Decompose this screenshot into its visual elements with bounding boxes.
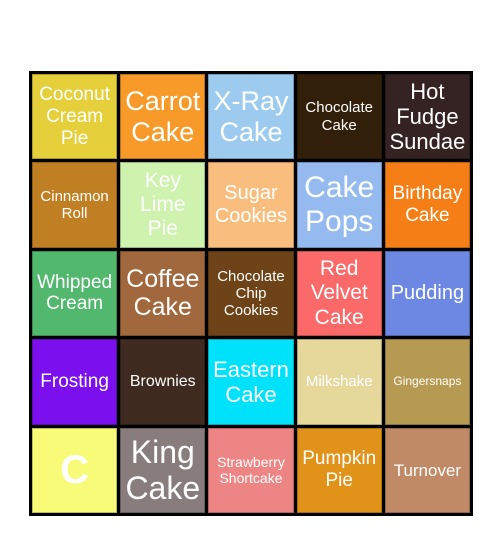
bingo-cell-label: Brownies — [129, 372, 196, 390]
bingo-cell[interactable]: Coconut Cream Pie — [32, 74, 118, 160]
bingo-cell[interactable]: Gingersnaps — [384, 339, 470, 425]
bingo-cell[interactable]: Milkshake — [296, 339, 382, 425]
bingo-cell-label: Frosting — [40, 370, 109, 392]
bingo-cell[interactable]: Pudding — [384, 250, 470, 337]
bingo-cell-label: Sugar Cookies — [214, 182, 288, 228]
bingo-cell[interactable]: Chocolate Cake — [296, 74, 382, 160]
bingo-cell[interactable]: Brownies — [120, 339, 206, 425]
bingo-cell-label: Chocolate Chip Cookies — [217, 267, 285, 320]
bingo-cell-label: Hot Fudge Sundae — [389, 78, 466, 155]
bingo-cell-label: X-Ray Cake — [213, 85, 289, 147]
bingo-card: Coconut Cream Pie Carrot Cake X-Ray Cake Ch… — [29, 71, 473, 516]
bingo-cell[interactable]: Sugar Cookies — [208, 162, 294, 248]
bingo-cell[interactable]: X-Ray Cake — [208, 74, 294, 160]
bingo-cell-label: Pumpkin Pie — [302, 448, 377, 492]
bingo-cell-label: C — [60, 448, 90, 493]
bingo-cell-label: Pudding — [390, 281, 465, 304]
bingo-cell-label: Gingersnaps — [393, 373, 462, 388]
bingo-cell-label: Milkshake — [305, 373, 373, 391]
bingo-cell-label: Key Lime Pie — [140, 168, 186, 241]
bingo-cell-label: Red Velvet Cake — [310, 257, 368, 329]
bingo-cell-label: Coffee Cake — [126, 264, 200, 322]
bingo-cell-label: Chocolate Cake — [305, 99, 373, 134]
bingo-cell[interactable]: Red Velvet Cake — [296, 250, 382, 337]
bingo-cell-label: Coconut Cream Pie — [39, 83, 110, 149]
bingo-cell[interactable]: Turnover — [384, 427, 470, 513]
bingo-cell[interactable]: Pumpkin Pie — [296, 427, 382, 513]
bingo-cell[interactable]: Carrot Cake — [120, 74, 206, 160]
bingo-cell-label: Whipped Cream — [37, 271, 113, 315]
bingo-cell[interactable]: Birthday Cake — [384, 162, 470, 248]
bingo-cell[interactable]: Key Lime Pie — [120, 162, 206, 248]
bingo-cell[interactable]: Frosting — [32, 339, 118, 425]
bingo-cell[interactable]: Hot Fudge Sundae — [384, 74, 470, 160]
bingo-cell[interactable]: Whipped Cream — [32, 250, 118, 337]
bingo-cell[interactable]: King Cake — [120, 427, 206, 513]
bingo-cell[interactable]: Cinnamon Roll — [32, 162, 118, 248]
bingo-cell[interactable]: C — [32, 427, 118, 513]
bingo-cell[interactable]: Eastern Cake — [208, 339, 294, 425]
bingo-cell-label: Strawberry Shortcake — [217, 454, 285, 487]
bingo-cell[interactable]: Coffee Cake — [120, 250, 206, 337]
bingo-cell-label: King Cake — [125, 433, 201, 507]
bingo-cell-label: Cinnamon Roll — [40, 187, 109, 223]
bingo-cell[interactable]: Chocolate Chip Cookies — [208, 250, 294, 337]
bingo-cell-label: Birthday Cake — [392, 183, 463, 227]
bingo-cell[interactable]: Strawberry Shortcake — [208, 427, 294, 513]
bingo-cell-label: Eastern Cake — [213, 356, 289, 407]
bingo-cell[interactable]: Cake Pops — [296, 162, 382, 248]
bingo-cell-label: Turnover — [393, 460, 462, 480]
bingo-cell-label: Cake Pops — [304, 170, 375, 239]
bingo-cell-label: Carrot Cake — [125, 85, 201, 147]
